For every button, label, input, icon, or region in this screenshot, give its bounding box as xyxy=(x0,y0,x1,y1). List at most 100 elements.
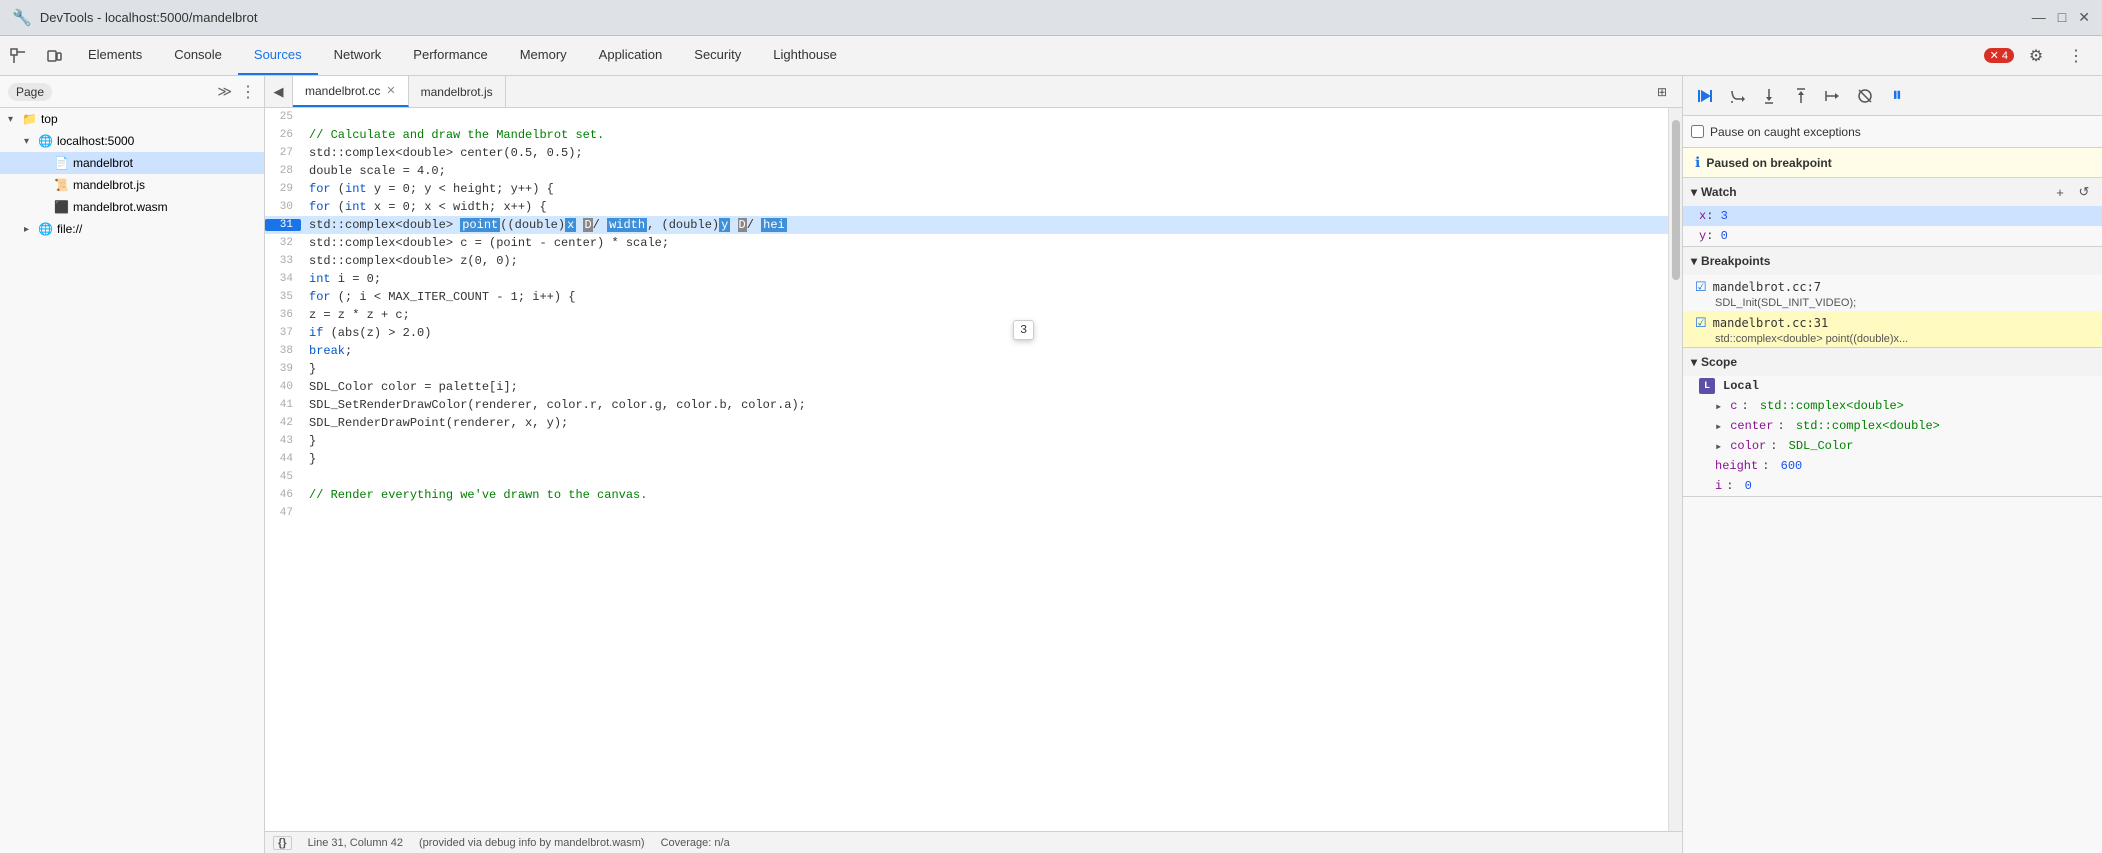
step-out-button[interactable] xyxy=(1787,82,1815,110)
settings-button[interactable]: ⚙ xyxy=(2018,46,2054,66)
tab-console[interactable]: Console xyxy=(158,36,238,75)
step-over-button[interactable] xyxy=(1723,82,1751,110)
tab-performance[interactable]: Performance xyxy=(397,36,503,75)
tree-label-file: file:// xyxy=(57,222,82,236)
scope-entry-i[interactable]: i : 0 xyxy=(1683,476,2102,496)
variable-tooltip: 3 xyxy=(1013,320,1034,340)
file-icon-1: 📄 xyxy=(54,156,69,170)
coverage-info: Coverage: n/a xyxy=(661,837,730,849)
scope-local-header[interactable]: L Local xyxy=(1683,376,2102,396)
scope-section-header[interactable]: Scope xyxy=(1683,348,2102,376)
more-button[interactable]: ⋮ xyxy=(2058,46,2094,66)
step-into-button[interactable] xyxy=(1755,82,1783,110)
code-line-45: 45 xyxy=(265,468,1668,486)
vertical-scrollbar[interactable] xyxy=(1668,108,1682,831)
tab-network[interactable]: Network xyxy=(318,36,398,75)
watch-val-x: 3 xyxy=(1721,209,1728,223)
watch-val-y: 0 xyxy=(1721,229,1728,243)
watch-key-y: y xyxy=(1699,229,1706,243)
watch-section-header[interactable]: Watch + ↺ xyxy=(1683,178,2102,206)
device-toolbar-button[interactable] xyxy=(36,36,72,75)
breakpoints-section-header[interactable]: Breakpoints xyxy=(1683,247,2102,275)
center-panel: ◀ mandelbrot.cc ✕ mandelbrot.js ⊞ 25 xyxy=(265,76,1682,853)
watch-chevron xyxy=(1691,185,1697,199)
watch-key-x: x xyxy=(1699,209,1706,223)
scope-chevron xyxy=(1691,355,1697,369)
favicon-icon: 🔧 xyxy=(12,8,32,28)
maximize-button[interactable]: □ xyxy=(2058,9,2066,26)
panel-more-button[interactable]: ≫ xyxy=(217,83,232,100)
watch-refresh-button[interactable]: ↺ xyxy=(2074,182,2094,202)
tab-elements[interactable]: Elements xyxy=(72,36,158,75)
scope-key-height: height xyxy=(1715,459,1758,473)
scope-entry-height[interactable]: height : 600 xyxy=(1683,456,2102,476)
tree-item-top[interactable]: ▾ 📁 top xyxy=(0,108,264,130)
editor-tab-cc-close[interactable]: ✕ xyxy=(386,84,395,97)
host-icon-2: 🌐 xyxy=(38,222,53,236)
code-lines: 25 26 // Calculate and draw the Mandelbr… xyxy=(265,108,1668,831)
close-button[interactable]: ✕ xyxy=(2078,9,2090,26)
tab-security[interactable]: Security xyxy=(678,36,757,75)
tooltip-value: 3 xyxy=(1020,323,1027,337)
pause-caught-label[interactable]: Pause on caught exceptions xyxy=(1710,125,1861,139)
watch-entry-y[interactable]: y : 0 xyxy=(1683,226,2102,246)
editor-tab-js-label: mandelbrot.js xyxy=(421,85,493,99)
breakpoint-item-1[interactable]: ☑ mandelbrot.cc:7 SDL_Init(SDL_INIT_VIDE… xyxy=(1683,275,2102,311)
code-line-35: 35 for (; i < MAX_ITER_COUNT - 1; i++) { xyxy=(265,288,1668,306)
resume-button[interactable] xyxy=(1691,82,1719,110)
breakpoint-item-2[interactable]: ☑ mandelbrot.cc:31 std::complex<double> … xyxy=(1683,311,2102,347)
pause-on-exceptions-button[interactable]: ⏸ xyxy=(1883,82,1911,110)
panel-menu-button[interactable]: ⋮ xyxy=(240,82,256,102)
tab-application[interactable]: Application xyxy=(583,36,679,75)
toolbar-right: ✕ 4 ⚙ ⋮ xyxy=(1984,36,2102,75)
titlebar: 🔧 DevTools - localhost:5000/mandelbrot —… xyxy=(0,0,2102,36)
tree-item-localhost[interactable]: ▾ 🌐 localhost:5000 xyxy=(0,130,264,152)
page-tab[interactable]: Page xyxy=(8,83,52,101)
tree-arrow-top: ▾ xyxy=(8,114,18,125)
editor-tab-cc-label: mandelbrot.cc xyxy=(305,84,380,98)
tab-back-button[interactable]: ◀ xyxy=(265,76,293,107)
navigation-tabs: Elements Console Sources Network Perform… xyxy=(72,36,1984,75)
scope-entry-center[interactable]: ▸ center : std::complex<double> xyxy=(1683,416,2102,436)
tree-item-mandelbrot-wasm[interactable]: ⬛ mandelbrot.wasm xyxy=(0,196,264,218)
code-editor[interactable]: 25 26 // Calculate and draw the Mandelbr… xyxy=(265,108,1682,831)
editor-tab-js[interactable]: mandelbrot.js xyxy=(409,76,506,107)
inspect-element-button[interactable] xyxy=(0,36,36,75)
watch-entry-x[interactable]: x : 3 xyxy=(1683,206,2102,226)
tab-lighthouse[interactable]: Lighthouse xyxy=(757,36,853,75)
tree-item-file[interactable]: ▸ 🌐 file:// xyxy=(0,218,264,240)
error-badge[interactable]: ✕ 4 xyxy=(1984,48,2014,63)
scope-val-color: SDL_Color xyxy=(1789,439,1854,453)
code-line-40: 40 SDL_Color color = palette[i]; xyxy=(265,378,1668,396)
code-line-38: 38 break; xyxy=(265,342,1668,360)
left-panel-header: Page ≫ ⋮ xyxy=(0,76,264,108)
bp-2-row[interactable]: ☑ mandelbrot.cc:31 xyxy=(1695,313,2090,333)
tree-item-mandelbrot-js[interactable]: 📜 mandelbrot.js xyxy=(0,174,264,196)
scope-arrow-c: ▸ xyxy=(1715,399,1722,414)
scope-key-c: c xyxy=(1730,399,1737,413)
code-line-33: 33 std::complex<double> z(0, 0); xyxy=(265,252,1668,270)
scope-entry-c[interactable]: ▸ c : std::complex<double> xyxy=(1683,396,2102,416)
deactivate-breakpoints-button[interactable] xyxy=(1851,82,1879,110)
watch-actions: + ↺ xyxy=(2050,182,2094,202)
main-area: Page ≫ ⋮ ▾ 📁 top ▾ 🌐 localhost:5000 📄 ma… xyxy=(0,76,2102,853)
editor-tab-cc[interactable]: mandelbrot.cc ✕ xyxy=(293,76,409,107)
scope-section: Scope L Local ▸ c : std::complex<double> xyxy=(1683,348,2102,497)
folder-icon: 📁 xyxy=(22,112,37,126)
tab-sources[interactable]: Sources xyxy=(238,36,318,75)
scope-entry-color[interactable]: ▸ color : SDL_Color xyxy=(1683,436,2102,456)
step-button[interactable] xyxy=(1819,82,1847,110)
open-file-button[interactable]: ⊞ xyxy=(1650,80,1674,104)
error-icon: ✕ xyxy=(1990,49,1999,62)
pause-caught-checkbox[interactable] xyxy=(1691,125,1704,138)
tree-item-mandelbrot-cc[interactable]: 📄 mandelbrot xyxy=(0,152,264,174)
watch-add-button[interactable]: + xyxy=(2050,182,2070,202)
minimize-button[interactable]: — xyxy=(2032,9,2046,26)
pretty-print-button[interactable]: {} xyxy=(273,836,292,850)
tab-memory[interactable]: Memory xyxy=(504,36,583,75)
code-line-47: 47 xyxy=(265,504,1668,522)
bp-1-row[interactable]: ☑ mandelbrot.cc:7 xyxy=(1695,277,2090,297)
breakpoints-section: Breakpoints ☑ mandelbrot.cc:7 SDL_Init(S… xyxy=(1683,247,2102,348)
tree-label-mandelbrot: mandelbrot xyxy=(73,156,133,170)
info-icon: ℹ xyxy=(1695,154,1700,171)
